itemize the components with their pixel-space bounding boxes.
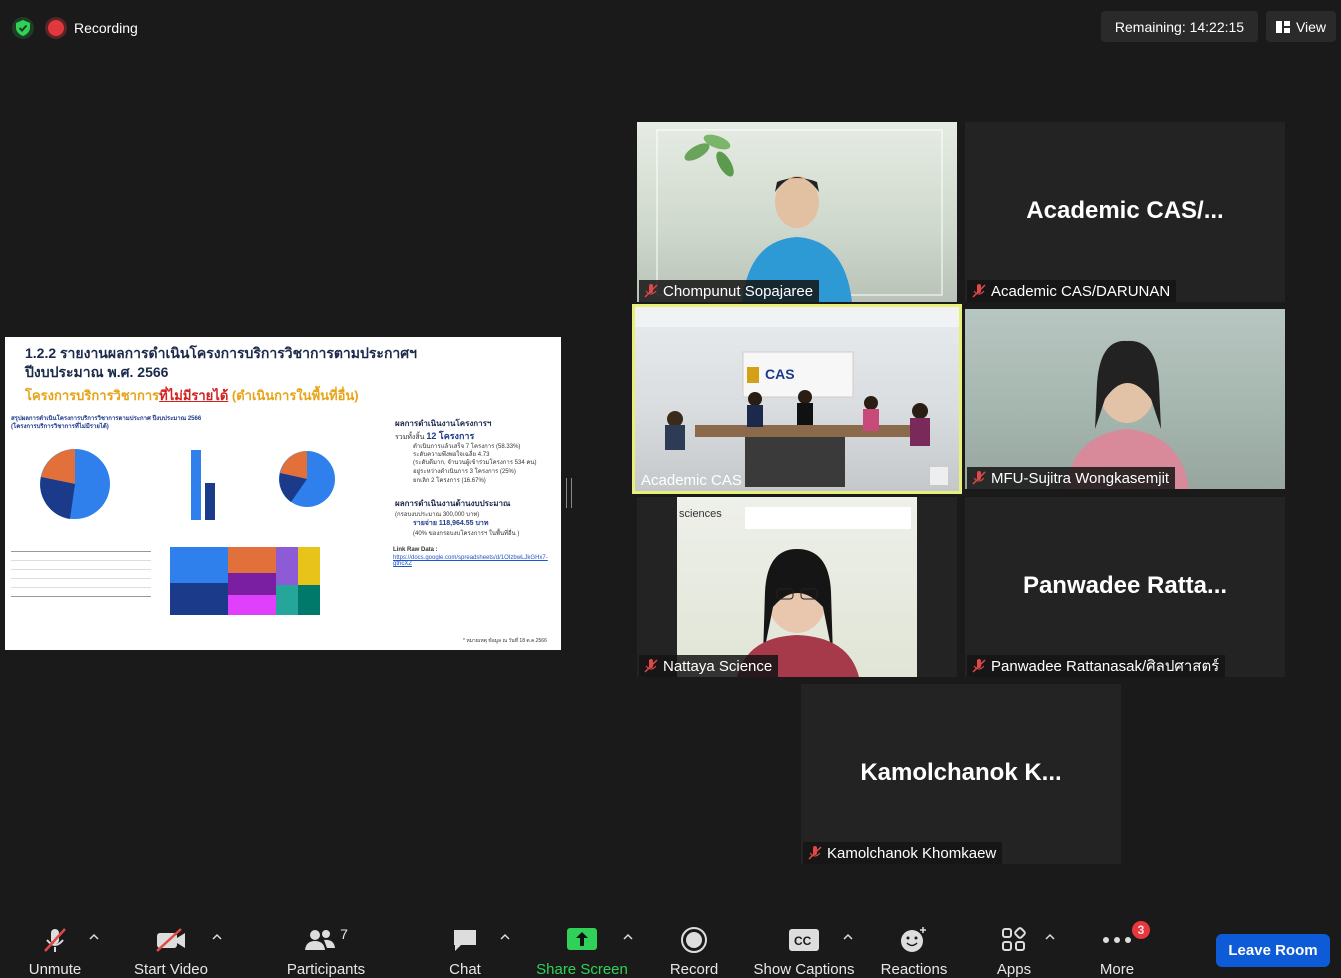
apps-icon <box>1002 927 1026 951</box>
start-video-button[interactable]: Start Video <box>128 925 214 978</box>
participant-name-label: Nattaya Science <box>639 655 779 677</box>
chat-icon <box>454 930 476 951</box>
participant-tile[interactable]: Kamolchanok K... Kamolchanok Khomkaew <box>801 684 1121 864</box>
dashboard-table <box>11 545 151 605</box>
svg-text:sciences: sciences <box>679 508 722 520</box>
recording-label: Recording <box>74 20 138 36</box>
participant-name-label: Academic CAS <box>641 471 742 489</box>
record-button[interactable]: Record <box>664 925 724 978</box>
dashboard-bar-chart <box>191 450 215 520</box>
mic-muted-icon <box>972 659 986 673</box>
more-button[interactable]: 3 More <box>1092 921 1150 978</box>
emoji-add-icon <box>901 927 926 952</box>
mic-muted-icon <box>972 284 986 298</box>
participant-video <box>965 309 1285 489</box>
apps-button[interactable]: Apps <box>990 925 1038 978</box>
participant-tile-active-speaker[interactable]: CAS Academic CAS <box>632 304 962 494</box>
participant-tile[interactable]: Panwadee Ratta... Panwadee Rattanasak/ศิ… <box>965 497 1285 677</box>
show-captions-button[interactable]: CC Show Captions <box>750 925 858 978</box>
share-screen-icon <box>567 928 597 950</box>
dashboard-subtitle: (โครงการบริการวิชาการที่ไม่มีรายได้) <box>11 424 109 430</box>
participant-tile[interactable]: Academic CAS/... Academic CAS/DARUNAN <box>965 122 1285 302</box>
participants-button[interactable]: 7 Participants <box>280 925 372 978</box>
chevron-up-icon[interactable] <box>1045 932 1055 942</box>
notification-badge: 3 <box>1132 921 1150 939</box>
participant-name-label: Academic CAS/DARUNAN <box>967 280 1177 302</box>
chevron-up-icon[interactable] <box>623 932 633 942</box>
svg-text:CC: CC <box>794 934 812 948</box>
chevron-up-icon[interactable] <box>500 932 510 942</box>
view-label: View <box>1295 18 1327 35</box>
closed-captions-icon: CC <box>789 929 819 951</box>
unmute-button[interactable]: Unmute <box>20 925 90 978</box>
participant-video: sciences <box>677 497 917 677</box>
remaining-time: Remaining: 14:22:15 <box>1101 11 1258 42</box>
participant-display-name: Kamolchanok K... <box>860 759 1062 786</box>
mic-muted-icon <box>644 284 658 298</box>
reactions-button[interactable]: Reactions <box>876 925 952 978</box>
participant-name-label: MFU-Sujitra Wongkasemjit <box>967 467 1176 489</box>
participant-tile[interactable]: Chompunut Sopajaree <box>637 122 957 302</box>
summary-item-3: ยกเลิก 2 โครงการ (16.67%) <box>413 478 486 484</box>
more-dots-icon <box>1103 937 1131 943</box>
chevron-up-icon[interactable] <box>89 932 99 942</box>
slide-subtitle: โครงการบริการวิชาการที่ไม่มีรายได้ (ดำเน… <box>25 388 359 403</box>
view-button[interactable]: View <box>1266 11 1336 42</box>
dashboard-treemap <box>170 547 320 615</box>
dashboard-pie-1 <box>40 449 110 519</box>
svg-text:CAS: CAS <box>765 366 795 382</box>
chevron-up-icon[interactable] <box>843 932 853 942</box>
mic-muted-icon <box>44 928 66 952</box>
split-drag-handle[interactable] <box>566 478 572 508</box>
participants-icon <box>305 930 336 950</box>
record-dot-icon <box>48 20 64 36</box>
dashboard-pie-2 <box>279 451 335 507</box>
participant-name-label: Panwadee Rattanasak/ศิลปศาสตร์ <box>967 655 1226 677</box>
raw-data-label: Link Raw Data : <box>393 547 438 553</box>
shared-screen: 1.2.2 รายงานผลการดำเนินโครงการบริการวิชา… <box>5 337 561 650</box>
budget-percent: (40% ของกรอบงบโครงการฯ ในพื้นที่อื่น ) <box>413 531 520 537</box>
leave-room-button[interactable]: Leave Room <box>1216 934 1330 967</box>
recording-indicator[interactable]: Recording <box>48 14 138 42</box>
participant-display-name: Panwadee Ratta... <box>1022 572 1228 599</box>
mic-muted-icon <box>972 471 986 485</box>
slide-title-line2: ปีงบประมาณ พ.ศ. 2566 <box>25 364 169 380</box>
chat-button[interactable]: Chat <box>440 925 490 978</box>
raw-data-link: https://docs.google.com/spreadsheets/d/1… <box>393 555 548 567</box>
participant-video: CAS <box>635 307 959 491</box>
security-shield-icon[interactable] <box>12 17 34 39</box>
chevron-up-icon[interactable] <box>212 932 222 942</box>
participant-tile[interactable]: sciences Nattaya Science <box>637 497 957 677</box>
participant-video <box>637 122 957 302</box>
participant-name-label: Chompunut Sopajaree <box>639 280 820 302</box>
record-icon <box>681 927 707 953</box>
grid-view-icon <box>1275 20 1290 33</box>
footnote: * หมายเหตุ ข้อมูล ณ วันที่ 18 ต.ค.2566 <box>463 638 547 644</box>
participant-name-label: Kamolchanok Khomkaew <box>803 842 1003 864</box>
mic-muted-icon <box>808 846 822 860</box>
participant-display-name: Academic CAS/... <box>1026 197 1224 224</box>
mic-muted-icon <box>644 659 658 673</box>
video-off-icon <box>156 928 185 952</box>
share-screen-button[interactable]: Share Screen <box>534 925 630 978</box>
participant-tile[interactable]: MFU-Sujitra Wongkasemjit <box>965 309 1285 489</box>
